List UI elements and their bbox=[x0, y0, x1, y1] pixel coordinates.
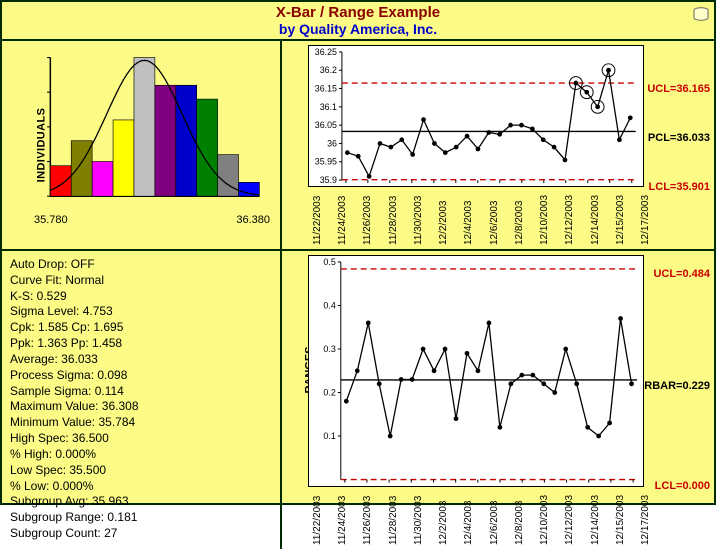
body-grid: INDIVIDUALS 35.780 36.380 AVERAGES 35.93… bbox=[2, 41, 714, 549]
svg-text:0.1: 0.1 bbox=[323, 431, 335, 441]
x-tick-label: 11/26/2003 bbox=[362, 196, 364, 245]
x-tick-label: 12/4/2003 bbox=[463, 201, 465, 246]
stat-line: K-S: 0.529 bbox=[10, 289, 272, 305]
ranges-ucl-label: UCL=0.484 bbox=[653, 268, 710, 280]
svg-text:36.1: 36.1 bbox=[320, 102, 337, 112]
x-tick-label: 11/30/2003 bbox=[413, 495, 415, 544]
ranges-lcl-label: LCL=0.000 bbox=[655, 480, 710, 492]
svg-text:35.95: 35.95 bbox=[315, 157, 337, 167]
stat-line: Sigma Level: 4.753 bbox=[10, 304, 272, 320]
averages-pcl-label: PCL=36.033 bbox=[648, 132, 710, 144]
x-tick-label: 12/12/2003 bbox=[564, 494, 566, 544]
ranges-rbar-label: RBAR=0.229 bbox=[644, 380, 710, 392]
svg-text:0.3: 0.3 bbox=[323, 344, 335, 354]
x-tick-label: 11/22/2003 bbox=[312, 196, 314, 245]
x-tick-label: 12/2/2003 bbox=[438, 500, 440, 545]
hist-xmin: 35.780 bbox=[34, 214, 68, 226]
svg-text:0.4: 0.4 bbox=[323, 300, 335, 310]
stat-line: Low Spec: 35.500 bbox=[10, 463, 272, 479]
x-tick-label: 11/22/2003 bbox=[312, 495, 314, 544]
x-tick-label: 12/14/2003 bbox=[590, 195, 592, 245]
x-tick-label: 11/28/2003 bbox=[388, 196, 390, 245]
x-tick-label: 12/17/2003 bbox=[640, 494, 642, 544]
stats-panel: Auto Drop: OFFCurve Fit: NormalK-S: 0.52… bbox=[2, 251, 282, 549]
averages-panel: AVERAGES 35.935.953636.0536.136.1536.236… bbox=[282, 41, 714, 251]
x-tick-label: 11/26/2003 bbox=[362, 495, 364, 544]
histogram-panel: INDIVIDUALS 35.780 36.380 bbox=[2, 41, 282, 251]
svg-text:35.9: 35.9 bbox=[320, 175, 337, 185]
stat-line: Sample Sigma: 0.114 bbox=[10, 384, 272, 400]
svg-text:0.5: 0.5 bbox=[323, 257, 335, 267]
stat-line: Subgroup Range: 0.181 bbox=[10, 510, 272, 526]
stat-line: Average: 36.033 bbox=[10, 352, 272, 368]
x-tick-label: 12/6/2003 bbox=[489, 500, 491, 545]
svg-text:36.2: 36.2 bbox=[320, 65, 337, 75]
x-tick-label: 12/6/2003 bbox=[489, 201, 491, 246]
cylinder-icon[interactable] bbox=[692, 6, 710, 24]
stat-line: % High: 0.000% bbox=[10, 447, 272, 463]
svg-text:36.25: 36.25 bbox=[315, 47, 337, 57]
x-tick-label: 12/14/2003 bbox=[590, 494, 592, 544]
subtitle: by Quality America, Inc. bbox=[2, 21, 714, 37]
stat-line: Cpk: 1.585 Cp: 1.695 bbox=[10, 320, 272, 336]
averages-lcl-label: LCL=35.901 bbox=[649, 181, 710, 193]
x-tick-label: 11/24/2003 bbox=[337, 495, 339, 544]
title: X-Bar / Range Example bbox=[2, 4, 714, 21]
x-tick-label: 12/17/2003 bbox=[640, 195, 642, 245]
averages-ucl-label: UCL=36.165 bbox=[647, 83, 710, 95]
x-tick-label: 12/10/2003 bbox=[539, 195, 541, 245]
hist-xmax: 36.380 bbox=[236, 214, 270, 226]
ranges-panel: RANGES 0.10.20.30.40.5 UCL=0.484 RBAR=0.… bbox=[282, 251, 714, 549]
stat-line: Subgroup Count: 27 bbox=[10, 526, 272, 542]
ranges-xaxis: 11/22/2003 11/24/2003 11/26/2003 11/28/2003… bbox=[308, 489, 644, 547]
stat-line: % Low: 0.000% bbox=[10, 479, 272, 495]
app-window: X-Bar / Range Example by Quality America… bbox=[0, 0, 716, 505]
stat-line: Ppk: 1.363 Pp: 1.458 bbox=[10, 336, 272, 352]
stat-line: Minimum Value: 35.784 bbox=[10, 415, 272, 431]
x-tick-label: 12/4/2003 bbox=[463, 500, 465, 545]
stats-list: Auto Drop: OFFCurve Fit: NormalK-S: 0.52… bbox=[2, 251, 280, 548]
x-tick-label: 12/10/2003 bbox=[539, 494, 541, 544]
x-tick-label: 12/8/2003 bbox=[514, 500, 516, 545]
histogram-chart bbox=[8, 49, 274, 209]
x-tick-label: 12/8/2003 bbox=[514, 201, 516, 246]
svg-text:36: 36 bbox=[327, 138, 337, 148]
x-tick-label: 12/2/2003 bbox=[438, 201, 440, 246]
x-tick-label: 12/15/2003 bbox=[615, 494, 617, 544]
stat-line: Curve Fit: Normal bbox=[10, 273, 272, 289]
x-tick-label: 11/28/2003 bbox=[388, 495, 390, 544]
ranges-chart: 0.1 0.2 0.3 0.4 0.5 bbox=[308, 255, 644, 487]
x-tick-label: 11/30/2003 bbox=[413, 196, 415, 245]
x-tick-label: 12/15/2003 bbox=[615, 195, 617, 245]
header: X-Bar / Range Example by Quality America… bbox=[2, 2, 714, 41]
stat-line: High Spec: 36.500 bbox=[10, 431, 272, 447]
stat-line: Maximum Value: 36.308 bbox=[10, 399, 272, 415]
svg-text:36.05: 36.05 bbox=[315, 120, 337, 130]
svg-text:0.2: 0.2 bbox=[323, 388, 335, 398]
stat-line: Subgroup Avg: 35.963 bbox=[10, 494, 272, 510]
x-tick-label: 11/24/2003 bbox=[337, 196, 339, 245]
stat-line: Auto Drop: OFF bbox=[10, 257, 272, 273]
stat-line: Process Sigma: 0.098 bbox=[10, 368, 272, 384]
averages-chart: 35.9 35.95 36 36.05 36.1 36.15 36.2 36.25 bbox=[308, 45, 644, 187]
svg-text:36.15: 36.15 bbox=[315, 83, 337, 93]
averages-xaxis: 11/22/2003 11/24/2003 11/26/2003 11/28/2003… bbox=[308, 189, 644, 247]
x-tick-label: 12/12/2003 bbox=[564, 195, 566, 245]
